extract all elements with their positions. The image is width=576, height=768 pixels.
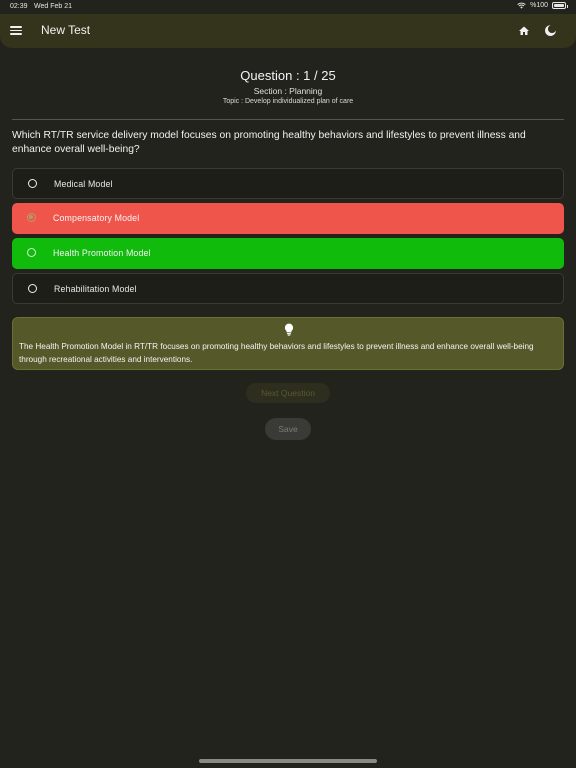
question-text: Which RT/TR service delivery model focus… bbox=[12, 130, 526, 155]
section-label: Section : Planning bbox=[253, 86, 323, 96]
radio-button[interactable] bbox=[27, 213, 36, 222]
topic-label: Topic : Develop individualized plan of c… bbox=[222, 98, 354, 105]
explanation-text: The Health Promotion Model in RT/TR focu… bbox=[19, 342, 534, 364]
option-label: Health Promotion Model bbox=[53, 248, 151, 258]
question-counter: Question : 1 / 25 bbox=[240, 68, 336, 83]
home-indicator[interactable] bbox=[199, 759, 377, 763]
radio-button[interactable] bbox=[28, 179, 37, 188]
explanation-panel: The Health Promotion Model in RT/TR focu… bbox=[12, 317, 564, 370]
page-title: New Test bbox=[41, 23, 91, 37]
option-medical-model[interactable]: Medical Model bbox=[12, 168, 564, 199]
option-label: Medical Model bbox=[54, 179, 113, 189]
question-header: Question : 1 / 25 Section : Planning Top… bbox=[0, 68, 576, 105]
radio-button[interactable] bbox=[28, 284, 37, 293]
option-compensatory-model[interactable]: Compensatory Model bbox=[12, 203, 564, 234]
wifi-icon bbox=[517, 2, 526, 9]
status-indicators: %100 bbox=[517, 2, 568, 9]
lightbulb-icon bbox=[284, 323, 294, 336]
divider bbox=[12, 119, 564, 120]
status-bar: 02:39 Wed Feb 21 %100 bbox=[0, 0, 576, 14]
status-date: Wed Feb 21 bbox=[34, 3, 73, 10]
moon-icon[interactable] bbox=[544, 24, 557, 37]
status-time: 02:39 bbox=[10, 3, 28, 10]
option-label: Compensatory Model bbox=[53, 213, 140, 223]
option-label: Rehabilitation Model bbox=[54, 284, 137, 294]
app-bar: New Test bbox=[0, 14, 576, 48]
save-button[interactable]: Save bbox=[265, 418, 311, 440]
radio-button[interactable] bbox=[27, 248, 36, 257]
option-rehabilitation-model[interactable]: Rehabilitation Model bbox=[12, 273, 564, 304]
battery-icon bbox=[552, 2, 568, 9]
battery-percent: %100 bbox=[530, 2, 548, 9]
next-question-button[interactable]: Next Question bbox=[246, 383, 330, 403]
option-health-promotion-model[interactable]: Health Promotion Model bbox=[12, 238, 564, 269]
menu-icon[interactable] bbox=[10, 24, 22, 36]
home-icon[interactable] bbox=[518, 25, 530, 37]
